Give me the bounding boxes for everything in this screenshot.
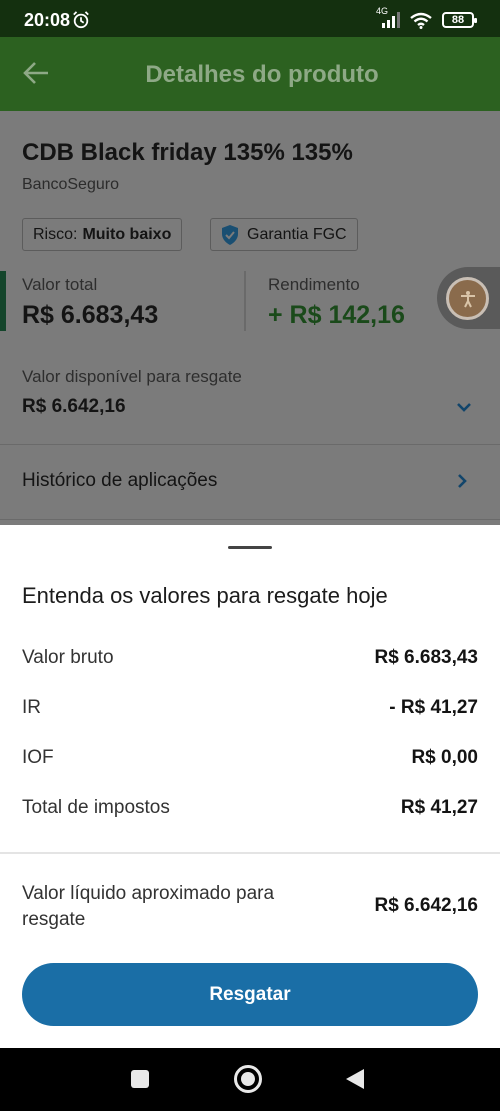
net-value: R$ 6.642,16 (374, 895, 478, 916)
back-icon[interactable] (346, 1069, 364, 1089)
chevron-right-icon[interactable] (452, 471, 472, 491)
risk-chip: Risco: Muito baixo (22, 218, 183, 251)
sheet-title: Entenda os valores para resgate hoje (22, 583, 388, 608)
floating-accessibility-handle[interactable] (437, 267, 500, 329)
app-header: Detalhes do produto (0, 37, 500, 111)
available-value: R$ 6.642,16 (22, 396, 126, 417)
redeem-button[interactable]: Resgatar (22, 963, 478, 1026)
product-issuer: BancoSeguro (22, 176, 119, 193)
wifi-icon (410, 12, 432, 29)
history-link[interactable]: Histórico de aplicações (22, 470, 217, 492)
product-details: CDB Black friday 135% 135% BancoSeguro R… (0, 111, 500, 525)
total-label: Valor total (22, 275, 98, 294)
row-label-iof: IOF (22, 747, 54, 768)
recents-icon[interactable] (131, 1070, 149, 1088)
yield-value: + R$ 142,16 (268, 301, 405, 329)
signal-icon: 4G (376, 6, 400, 28)
network-type: 4G (376, 6, 389, 16)
drag-handle[interactable] (228, 546, 272, 549)
divider (0, 444, 500, 445)
status-time: 20:08 (24, 10, 71, 30)
risk-label: Risco: (33, 225, 78, 243)
battery-icon: 88 (442, 12, 477, 28)
divider (0, 519, 500, 520)
total-value: R$ 6.683,43 (22, 301, 159, 329)
shield-check-icon (222, 224, 238, 245)
page-title: Detalhes do produto (145, 61, 379, 88)
row-label-gross: Valor bruto (22, 647, 114, 668)
row-label-ir: IR (22, 697, 41, 718)
guarantee-chip: Garantia FGC (210, 218, 358, 251)
status-bar: 20:08 4G 88 (0, 0, 500, 37)
system-nav-bar (0, 1048, 500, 1111)
row-value-taxes: R$ 41,27 (400, 797, 478, 818)
accent-bar (0, 271, 6, 331)
stat-divider (244, 271, 246, 331)
row-value-gross: R$ 6.683,43 (374, 647, 478, 668)
accessibility-icon[interactable] (446, 277, 489, 320)
bottom-sheet: Entenda os valores para resgate hoje Val… (0, 525, 500, 1048)
divider (0, 852, 500, 854)
home-icon[interactable] (234, 1065, 262, 1093)
guarantee-label: Garantia FGC (247, 225, 347, 243)
alarm-icon (73, 11, 89, 29)
row-value-iof: R$ 0,00 (411, 747, 478, 768)
status-icons: 4G 88 (376, 6, 477, 29)
risk-value: Muito baixo (82, 225, 172, 243)
row-value-ir: - R$ 41,27 (389, 697, 478, 718)
net-value-label: Valor líquido aproximado para resgate (22, 883, 275, 930)
chevron-down-icon[interactable] (454, 397, 474, 417)
product-name: CDB Black friday 135% 135% (22, 139, 353, 166)
available-label: Valor disponível para resgate (22, 367, 242, 386)
row-label-taxes: Total de impostos (22, 797, 170, 818)
battery-level: 88 (451, 14, 465, 26)
yield-label: Rendimento (268, 275, 360, 294)
